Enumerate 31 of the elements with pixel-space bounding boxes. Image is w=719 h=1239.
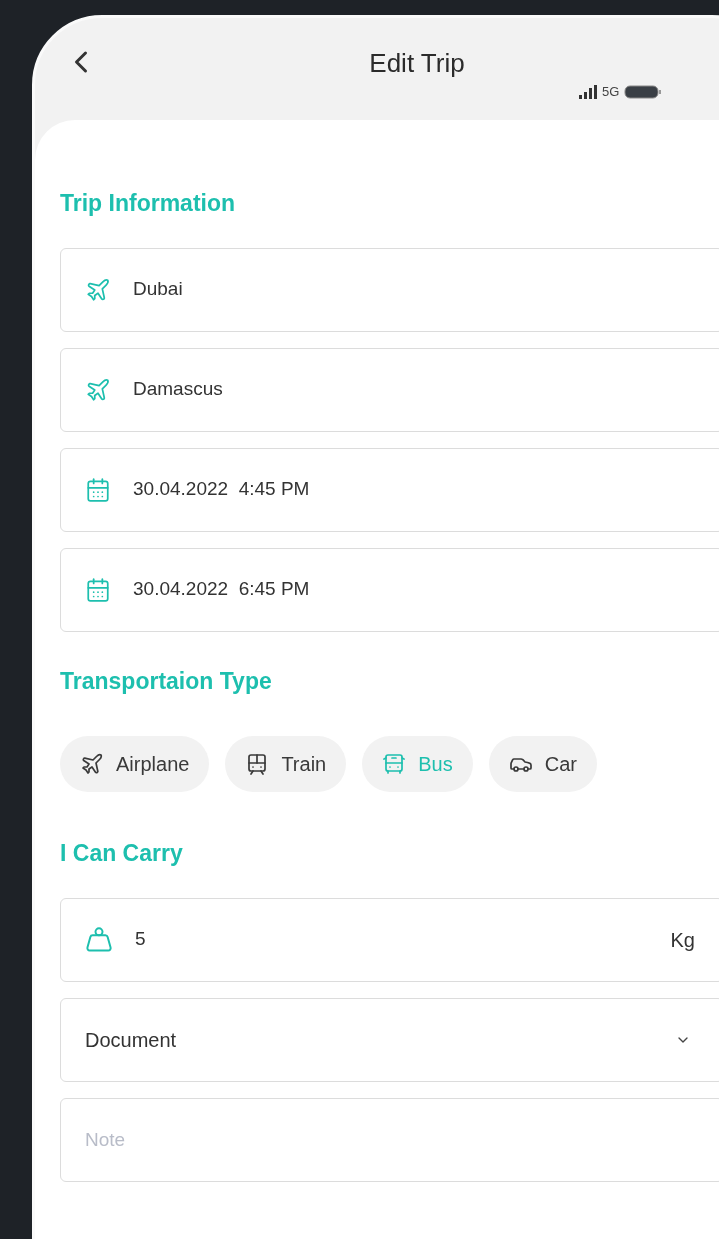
airplane-icon — [85, 276, 111, 303]
input-field[interactable]: Dubai — [60, 247, 719, 332]
section-title: I Can Carry — [60, 839, 184, 868]
signal-icon — [579, 84, 597, 99]
field-value: Document — [85, 1027, 177, 1053]
section-title: Trip Information — [60, 189, 237, 218]
field-value: 5 — [135, 927, 146, 952]
network-label: 5G — [602, 83, 620, 101]
input-field[interactable]: 30.04.2022 6:45 PM — [60, 547, 719, 632]
transport-chip[interactable]: Train — [225, 736, 347, 792]
unit-label: Kg — [670, 927, 695, 953]
field-value: 30.04.2022 6:45 PM — [133, 577, 310, 602]
input-field[interactable]: Document — [60, 997, 719, 1082]
battery-icon — [624, 84, 663, 99]
weight-icon — [85, 925, 113, 954]
calendar-icon — [85, 576, 111, 603]
input-field[interactable]: Damascus — [60, 347, 719, 432]
input-field[interactable]: 30.04.2022 4:45 PM — [60, 447, 719, 532]
note-field[interactable]: Note — [60, 1097, 719, 1182]
section-title: Transportaion Type — [60, 666, 273, 696]
input-field[interactable]: 5 Kg — [60, 897, 719, 982]
calendar-icon — [85, 476, 111, 503]
transport-chip[interactable]: Car — [488, 736, 597, 792]
field-value: Dubai — [133, 277, 183, 302]
airplane-icon — [85, 376, 111, 403]
field-value: Damascus — [133, 377, 223, 402]
screen-title: Edit Trip — [369, 47, 465, 80]
field-value: 30.04.2022 4:45 PM — [133, 477, 310, 502]
bus-icon — [382, 752, 407, 776]
airplane-icon — [80, 752, 104, 776]
transport-chip[interactable]: Airplane — [60, 736, 210, 792]
